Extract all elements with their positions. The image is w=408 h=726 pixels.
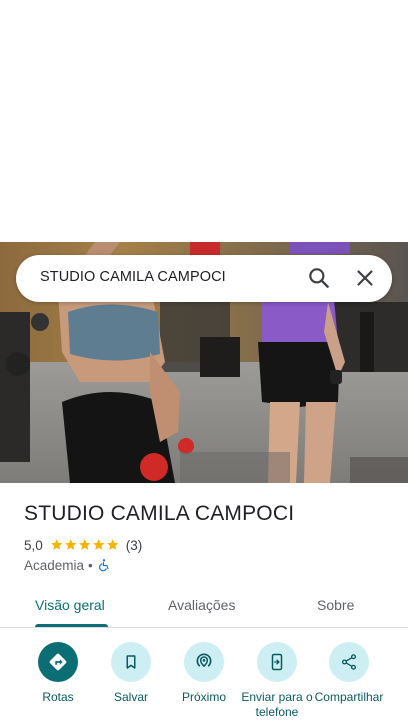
map-area[interactable] [0,0,408,242]
tab-overview[interactable]: Visão geral [35,597,105,613]
nearby-button[interactable]: Próximo [164,642,244,726]
nearby-icon[interactable] [184,642,224,682]
category-row: Academia • [24,557,111,573]
rating-stars [50,538,120,552]
star-icon [106,539,119,551]
save-label: Salvar [113,690,148,704]
star-icon [92,539,105,551]
place-category: Academia [24,557,85,573]
wheelchair-accessible-icon [97,558,111,572]
send-to-phone-label: Enviar para o telefone [241,690,313,719]
search-query-text[interactable]: STUDIO CAMILA CAMPOCI [40,269,226,285]
bookmark-icon[interactable] [111,642,151,682]
star-icon [78,539,91,551]
tab-reviews[interactable]: Avaliações [168,597,235,613]
send-to-phone-icon[interactable] [257,642,297,682]
review-count[interactable]: (3) [126,538,143,553]
share-button[interactable]: Compartilhar [309,642,389,726]
tab-bar: Visão geral Avaliações Sobre [0,589,408,628]
save-button[interactable]: Salvar [91,642,171,726]
directions-icon[interactable] [38,642,78,682]
rating-row[interactable]: 5,0 (3) [24,537,142,553]
place-details-screen: STUDIO CAMILA CAMPOCI STUDIO CAMILA CAMP… [0,0,408,726]
tab-about[interactable]: Sobre [317,597,354,613]
star-icon [64,539,77,551]
directions-label: Rotas [42,690,74,704]
rating-value: 5,0 [24,537,43,553]
share-icon[interactable] [329,642,369,682]
send-to-phone-button[interactable]: Enviar para o telefone [237,642,317,726]
active-tab-indicator [35,624,108,627]
place-title: STUDIO CAMILA CAMPOCI [24,502,295,525]
star-icon [50,539,63,551]
close-icon[interactable] [352,265,378,291]
separator: • [88,557,93,573]
share-label: Compartilhar [314,690,384,704]
search-bar[interactable]: STUDIO CAMILA CAMPOCI [16,255,392,302]
nearby-label: Próximo [181,690,226,704]
search-icon[interactable] [306,265,332,291]
directions-button[interactable]: Rotas [18,642,98,726]
